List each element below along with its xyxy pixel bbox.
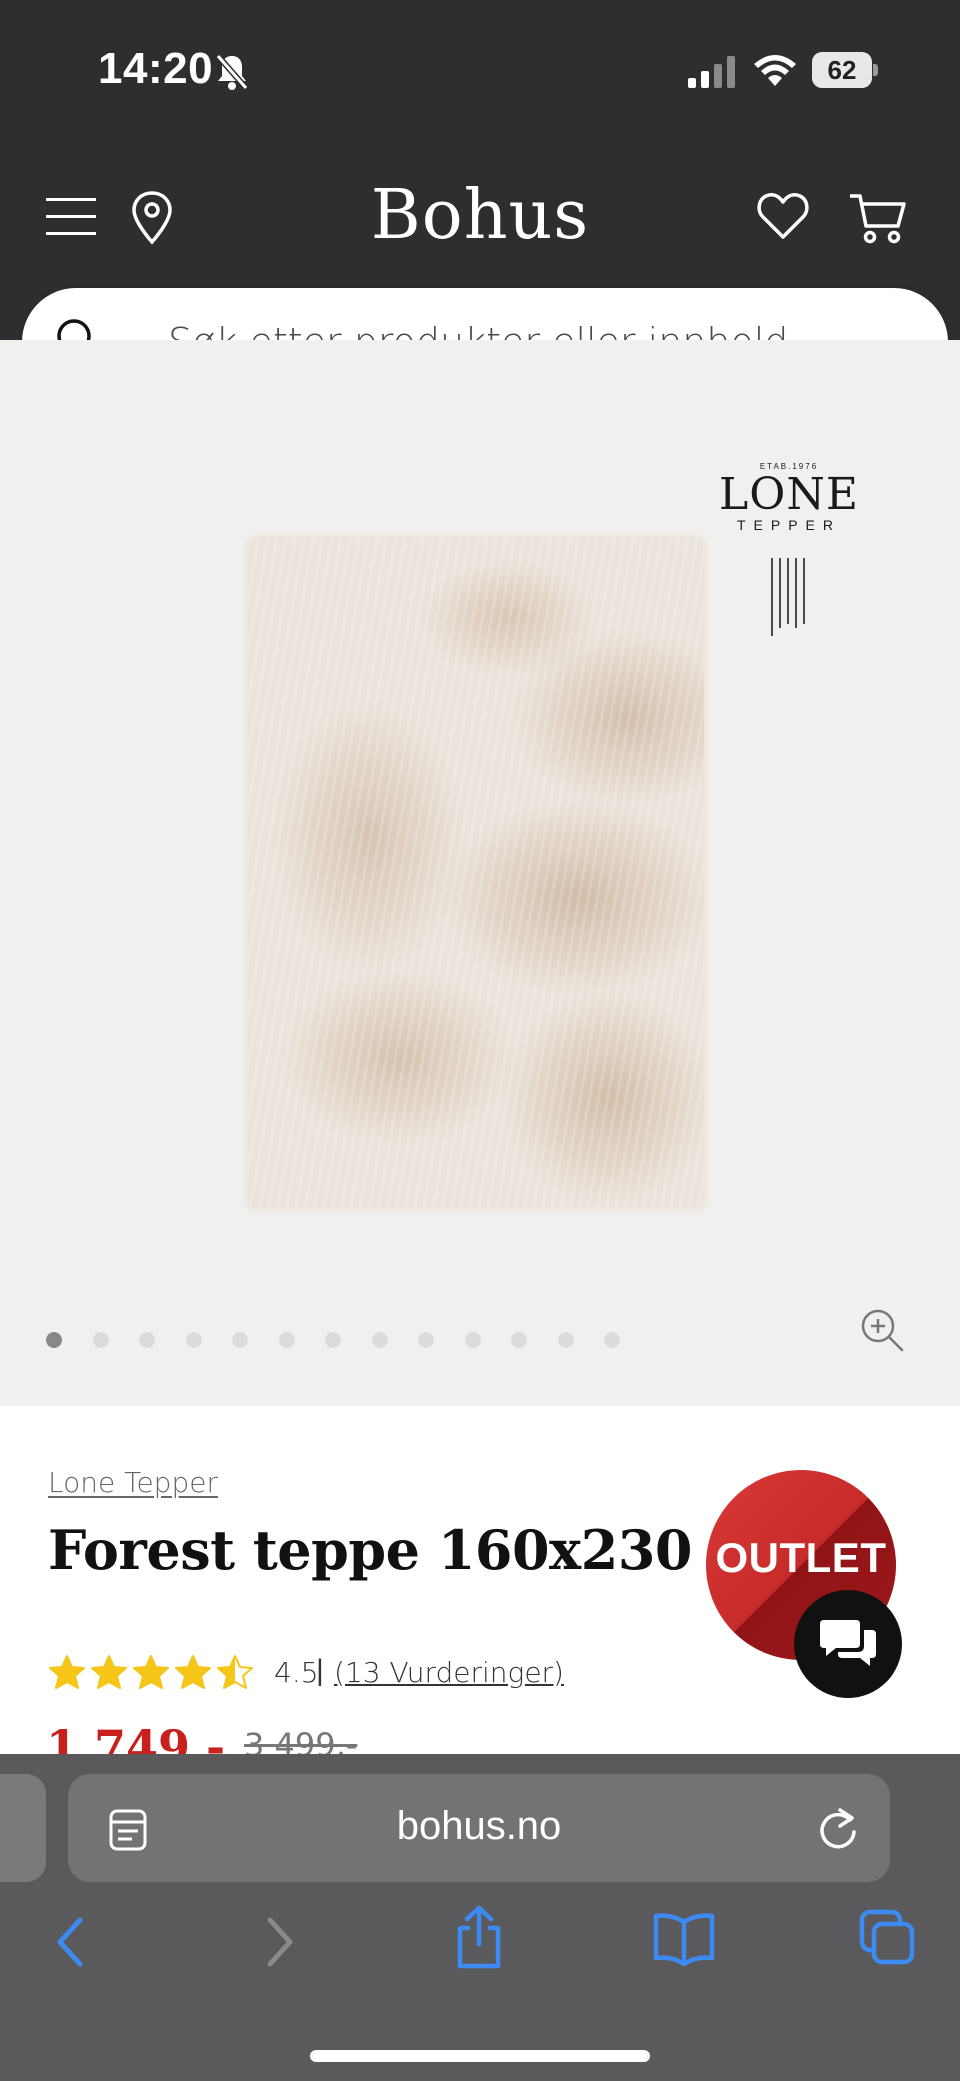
gallery-dot[interactable] [139,1332,155,1348]
gallery-dot[interactable] [604,1332,620,1348]
menu-icon[interactable] [46,196,98,238]
back-icon[interactable] [52,1914,88,1970]
reviews-link[interactable]: (13 Vurderinger) [334,1656,564,1689]
heart-icon[interactable] [756,190,810,242]
brand-logo[interactable]: Bohus [330,176,630,255]
product-image[interactable] [248,538,704,1208]
gallery-dot[interactable] [371,1332,388,1348]
gallery-dot[interactable] [557,1332,574,1348]
gallery-dot[interactable] [185,1332,202,1348]
gallery-dot[interactable] [325,1332,341,1348]
previous-tab-preview[interactable] [0,1774,46,1882]
wifi-icon [754,55,796,86]
home-indicator[interactable] [310,2050,650,2062]
star-icon [217,1655,253,1689]
logo-lines [771,558,805,636]
gallery-dot[interactable] [46,1332,62,1348]
bookmarks-icon[interactable] [652,1912,716,1966]
rating-value: 4.5 [274,1656,319,1689]
product-info: Lone Tepper Forest teppe 160x230 OUTLET … [0,1406,960,1774]
star-icon [133,1655,169,1689]
rating-separator: | [316,1654,324,1687]
gallery-dot[interactable] [278,1332,295,1348]
star-icon [91,1655,127,1689]
star-icon [49,1655,85,1689]
star-icon [175,1655,211,1689]
product-brand-link[interactable]: Lone Tepper [48,1466,218,1499]
share-icon[interactable] [452,1904,506,1970]
tabs-icon[interactable] [858,1908,916,1966]
browser-toolbar: bohus.no [0,1754,960,2081]
forward-icon[interactable] [262,1914,298,1970]
gallery-dot[interactable] [511,1332,527,1348]
battery-level: 62 [812,52,872,88]
cart-icon[interactable] [848,190,908,246]
gallery-dot[interactable] [232,1332,248,1348]
address-url[interactable]: bohus.no [68,1804,890,1849]
reload-icon[interactable] [816,1804,860,1852]
gallery-dot[interactable] [464,1332,481,1348]
chat-button[interactable] [794,1590,902,1698]
gallery-dot[interactable] [92,1332,109,1348]
zoom-icon[interactable] [858,1306,906,1354]
signal-icon [688,56,735,88]
bell-muted-icon [215,54,249,90]
address-bar[interactable]: bohus.no [68,1774,890,1882]
brand-logo-lone-tepper: ETAB.1976 LONE TEPPER [716,462,862,662]
product-title: Forest teppe 160x230 [48,1518,692,1582]
chat-icon [820,1620,876,1666]
status-time: 14:20 [98,44,214,93]
product-gallery[interactable]: ETAB.1976 LONE TEPPER [0,340,960,1406]
gallery-dot[interactable] [418,1332,434,1348]
location-pin-icon[interactable] [130,190,174,246]
battery-icon: 62 [812,52,878,88]
